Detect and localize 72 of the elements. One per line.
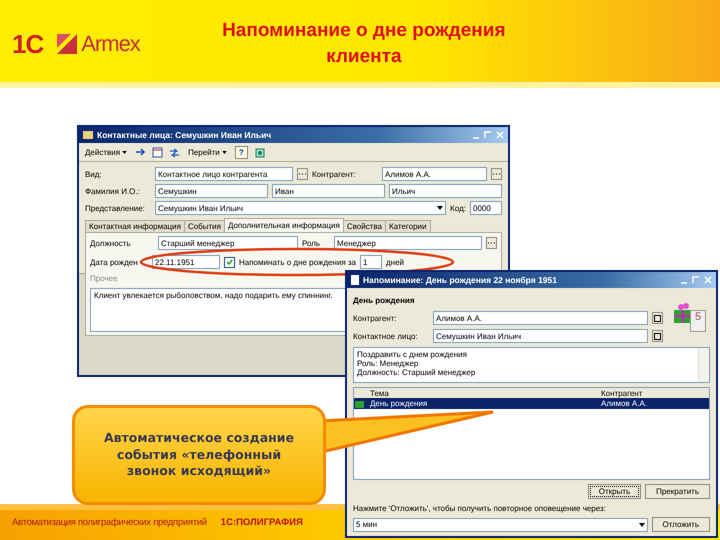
- input-field[interactable]: Контактное лицо контрагента: [155, 167, 293, 181]
- notes-field[interactable]: Поздравить с днем рождения Роль: Менеджер Должность: Старший менеджер: [353, 347, 710, 383]
- document-icon: [351, 275, 359, 285]
- select-button[interactable]: [486, 237, 497, 249]
- hint-text: Нажмите 'Отложить', чтобы получить повторное оповещение через:: [353, 504, 606, 512]
- open-button[interactable]: [652, 330, 663, 342]
- caret-icon: [122, 150, 128, 154]
- event-icon: [354, 399, 365, 408]
- slide-title: Напоминание о дне рождения клиента: [221, 19, 507, 69]
- footer-text: Автоматизация полиграфических предприятий: [12, 516, 207, 528]
- tab[interactable]: Дополнительная информация: [224, 218, 344, 232]
- input-field[interactable]: 0000: [470, 201, 502, 215]
- field-label: Контрагент:: [312, 170, 357, 178]
- window-title: Напоминание: День рождения 22 ноября 1951: [363, 275, 558, 285]
- tab[interactable]: События: [184, 220, 225, 232]
- checkbox-label: Напоминать о дне рождения за: [239, 258, 356, 266]
- dropdown-field[interactable]: Семушкин Иван Ильич: [155, 201, 446, 215]
- folder-icon: [83, 131, 93, 139]
- select-button[interactable]: [297, 168, 308, 180]
- field-label: Контактное лицо:: [353, 332, 419, 340]
- column-header: Тема: [369, 388, 390, 398]
- open-button[interactable]: [652, 312, 663, 324]
- calendar-icon[interactable]: [152, 146, 164, 158]
- checkbox[interactable]: [224, 256, 235, 268]
- logo: Armex: [81, 31, 140, 57]
- logo: 1С: [12, 28, 44, 60]
- field-label: Роль: [302, 238, 322, 248]
- field-label: Должность: [90, 238, 132, 248]
- caret-icon: [638, 522, 645, 526]
- arrow-icon[interactable]: [135, 146, 146, 158]
- callout-text: Автоматическое создание события «телефонный звонок исходящий»: [102, 430, 296, 480]
- input-field[interactable]: Алимов А.А.: [382, 167, 487, 181]
- group-title: Прочее: [90, 274, 118, 283]
- input-field[interactable]: Алимов А.А.: [433, 311, 648, 325]
- caret-icon: [437, 206, 444, 210]
- dialog-button[interactable]: Прекратить: [645, 484, 710, 499]
- toolbar-menu[interactable]: Перейти: [186, 148, 229, 156]
- footer-product: 1С:ПОЛИГРАФИЯ: [220, 516, 303, 528]
- input-field[interactable]: Иван: [272, 184, 385, 198]
- logo-icon: [57, 34, 78, 54]
- snooze-button[interactable]: Отложить: [652, 517, 710, 532]
- input-field[interactable]: Семушкин: [155, 184, 268, 198]
- spin-field[interactable]: 1: [360, 255, 382, 269]
- square-icon: [654, 332, 661, 340]
- field-label: Вид:: [85, 170, 103, 178]
- tab[interactable]: Свойства: [342, 220, 386, 232]
- arrows-icon[interactable]: [169, 146, 180, 158]
- dialog-button[interactable]: Открыть: [588, 484, 642, 499]
- column-header: Контрагент: [600, 388, 644, 398]
- window-title: Контактные лица: Семушкин Иван Ильич: [97, 130, 272, 140]
- input-field[interactable]: Старший менеджер: [158, 236, 298, 250]
- tab[interactable]: Контактная информация: [85, 220, 185, 232]
- table-row[interactable]: День рождения Алимов А.А.: [354, 398, 709, 409]
- field-label: Фамилия И.О.:: [85, 186, 141, 196]
- section-heading: День рождения: [353, 296, 415, 304]
- input-field[interactable]: Ильич: [389, 184, 502, 198]
- calendar-page: 5: [690, 310, 706, 332]
- field-label: дней: [386, 258, 404, 266]
- date-field[interactable]: 22.11.1951: [152, 255, 220, 269]
- square-icon: [654, 314, 661, 322]
- field-label: Дата рожден: [90, 258, 139, 266]
- toolbar-menu[interactable]: Действия: [83, 148, 130, 156]
- field-label: Представление:: [85, 204, 146, 212]
- caret-icon: [222, 150, 227, 154]
- input-field[interactable]: Семушкин Иван Ильич: [433, 329, 648, 343]
- input-field[interactable]: Менеджер: [334, 236, 482, 250]
- dropdown-field[interactable]: 5 мин: [353, 518, 648, 532]
- tab[interactable]: Категории: [384, 220, 430, 232]
- field-label: Контрагент:: [353, 314, 398, 322]
- help-button[interactable]: ?: [234, 146, 248, 158]
- field-label: Код:: [450, 204, 466, 212]
- select-button[interactable]: [491, 168, 502, 180]
